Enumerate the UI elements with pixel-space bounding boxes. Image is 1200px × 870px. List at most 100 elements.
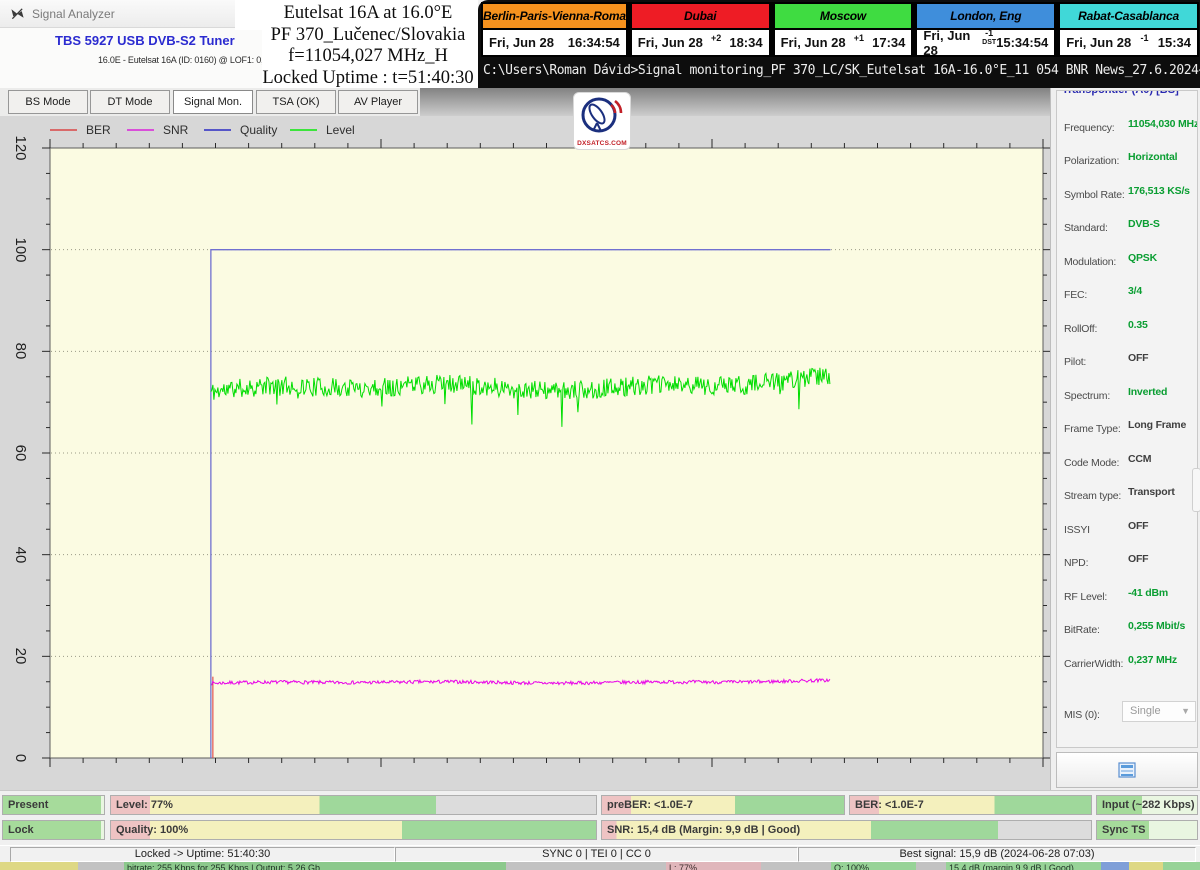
clock-offset: +1 bbox=[854, 34, 864, 42]
tp-label: FEC: bbox=[1064, 289, 1087, 301]
clock-time: 18:34 bbox=[729, 35, 762, 50]
tp-label: MIS (0): bbox=[1064, 709, 1100, 721]
window-title: Signal Analyzer bbox=[32, 7, 115, 21]
tp-value: 0,255 Mbit/s bbox=[1128, 620, 1185, 632]
tab-bs-mode[interactable]: BS Mode bbox=[8, 90, 88, 114]
strip-bitrate: bitrate: 255 Kbps for 255 Kbps | Output:… bbox=[124, 862, 506, 870]
annotation-line-satellite: Eutelsat 16A at 16.0°E bbox=[250, 3, 486, 25]
world-clocks: Berlin-Paris-Vienna-Roma Fri, Jun 28 16:… bbox=[481, 2, 1199, 57]
app-dish-icon bbox=[10, 6, 25, 21]
tp-value: 176,513 KS/s bbox=[1128, 185, 1190, 197]
tab-signal-mon[interactable]: Signal Mon. bbox=[173, 90, 253, 114]
tp-label: Polarization: bbox=[1064, 155, 1119, 167]
tab-av-player[interactable]: AV Player bbox=[338, 90, 418, 114]
annotation-line-frequency: f=11054,027 MHz_H bbox=[250, 46, 486, 68]
status-best-signal: Best signal: 15,9 dB (2024-06-28 07:03) bbox=[798, 847, 1196, 862]
tp-label: Modulation: bbox=[1064, 256, 1116, 268]
y-axis-tick-label: 20 bbox=[3, 639, 37, 673]
tp-row-symbolrate: Symbol Rate:176,513 KS/s bbox=[1064, 185, 1192, 199]
lock-indicator: Lock bbox=[2, 820, 105, 840]
strip-quality: Q: 100% bbox=[831, 862, 916, 870]
dxsatcs-logo: DXSATCS.COM bbox=[573, 92, 631, 150]
terminal-prompt[interactable]: C:\Users\Roman Dávid>Signal monitoring_P… bbox=[483, 63, 1197, 78]
level-bar: Level: 77% bbox=[110, 795, 597, 815]
tp-label: NPD: bbox=[1064, 557, 1088, 569]
strip-segment bbox=[761, 862, 831, 870]
tp-value: 3/4 bbox=[1128, 285, 1142, 297]
tp-row-rflevel: RF Level: -41 dBm bbox=[1064, 587, 1192, 601]
preber-bar: preBER: <1.0E-7 bbox=[601, 795, 845, 815]
strip-segment bbox=[1101, 862, 1129, 870]
tp-value: CCM bbox=[1128, 453, 1151, 465]
tp-row-polarization: Polarization:Horizontal bbox=[1064, 151, 1192, 165]
signal-analyzer-screen: Signal Analyzer TBS 5927 USB DVB-S2 Tune… bbox=[0, 0, 1200, 870]
tp-row-frametype: Frame Type: Long Frame bbox=[1064, 419, 1192, 433]
panel-scrollbar-thumb[interactable] bbox=[1192, 468, 1200, 512]
mis-dropdown[interactable]: Single ▼ bbox=[1122, 701, 1196, 722]
monitor-bars: Present Level: 77% preBER: <1.0E-7 BER: … bbox=[0, 790, 1200, 846]
clock-offset: -1 DST bbox=[982, 29, 996, 47]
tab-tsa[interactable]: TSA (OK) bbox=[256, 90, 336, 114]
tp-label: ISSYI bbox=[1064, 524, 1090, 536]
clock-offset-dst: DST bbox=[982, 39, 996, 46]
clock-london: London, Eng Fri, Jun 28 -1 DST 15:34:54 bbox=[915, 2, 1058, 57]
tp-label: Spectrum: bbox=[1064, 390, 1110, 402]
tp-label: CarrierWidth: bbox=[1064, 658, 1123, 670]
annotation-text: Eutelsat 16A at 16.0°E PF 370_Lučenec/Sl… bbox=[250, 3, 486, 87]
strip-snr: 15,4 dB (margin 9,9 dB | Good) bbox=[946, 862, 1101, 870]
tp-value: QPSK bbox=[1128, 252, 1157, 264]
clock-time-row: Fri, Jun 28 +1 17:34 bbox=[773, 28, 914, 57]
tp-value: OFF bbox=[1128, 520, 1148, 532]
y-axis-tick-label: 0 bbox=[3, 741, 37, 775]
tab-dt-mode[interactable]: DT Mode bbox=[90, 90, 170, 114]
tp-label: RF Level: bbox=[1064, 591, 1107, 603]
clock-offset: +2 bbox=[711, 34, 721, 42]
y-axis-tick-label: 60 bbox=[3, 436, 37, 470]
clock-date: Fri, Jun 28 bbox=[638, 35, 703, 50]
snr-bar: SNR: 15,4 dB (Margin: 9,9 dB | Good) bbox=[601, 820, 1092, 840]
clock-city-label: Dubai bbox=[630, 2, 771, 28]
clock-city-label: Moscow bbox=[773, 2, 914, 28]
strip-segment bbox=[0, 862, 78, 870]
tp-row-npd: NPD: OFF bbox=[1064, 553, 1192, 567]
y-axis-tick-label: 80 bbox=[3, 334, 37, 368]
y-axis-tick-label: 100 bbox=[3, 233, 37, 267]
export-button[interactable] bbox=[1056, 752, 1198, 788]
tp-value: 0,237 MHz bbox=[1128, 654, 1177, 666]
tp-value: Long Frame bbox=[1128, 419, 1186, 431]
clock-date: Fri, Jun 28 bbox=[923, 28, 982, 58]
clock-berlin: Berlin-Paris-Vienna-Roma Fri, Jun 28 16:… bbox=[481, 2, 630, 57]
clock-time-row: Fri, Jun 28 -1 DST 15:34:54 bbox=[915, 28, 1056, 57]
clock-time: 15:34 bbox=[1158, 35, 1191, 50]
clock-time: 16:34:54 bbox=[568, 35, 620, 50]
background-window-strip: bitrate: 255 Kbps for 255 Kbps | Output:… bbox=[0, 862, 1200, 870]
strip-segment bbox=[78, 862, 124, 870]
clock-time: 15:34:54 bbox=[996, 35, 1048, 50]
clock-moscow: Moscow Fri, Jun 28 +1 17:34 bbox=[773, 2, 916, 57]
tp-label: Stream type: bbox=[1064, 490, 1121, 502]
annotation-line-uptime: Locked Uptime : t=51:40:30 bbox=[250, 68, 486, 90]
quality-bar: Quality: 100% bbox=[110, 820, 597, 840]
clock-time-row: Fri, Jun 28 +2 18:34 bbox=[630, 28, 771, 57]
mis-selected-value: Single bbox=[1130, 705, 1161, 717]
clock-city-label: Rabat-Casablanca bbox=[1058, 2, 1199, 28]
clock-city-label: Berlin-Paris-Vienna-Roma bbox=[481, 2, 628, 28]
present-indicator: Present bbox=[2, 795, 105, 815]
tp-label: Code Mode: bbox=[1064, 457, 1119, 469]
clock-dubai: Dubai Fri, Jun 28 +2 18:34 bbox=[630, 2, 773, 57]
transponder-panel: Transponder (A0) [BS] Frequency:11054,03… bbox=[1050, 88, 1200, 790]
tp-value: 11054,030 MHz bbox=[1128, 118, 1198, 130]
tp-label: Symbol Rate: bbox=[1064, 189, 1125, 201]
tp-row-mis: MIS (0): Single ▼ bbox=[1064, 705, 1192, 719]
signal-chart-area: BER SNR Quality Level 020406080100120 bbox=[0, 116, 1050, 790]
tp-row-fec: FEC: 3/4 bbox=[1064, 285, 1192, 299]
clock-time: 17:34 bbox=[872, 35, 905, 50]
stacked-list-icon bbox=[1116, 761, 1138, 779]
tp-value: OFF bbox=[1128, 553, 1148, 565]
input-indicator: Input (~282 Kbps) bbox=[1096, 795, 1198, 815]
tp-label: Frame Type: bbox=[1064, 423, 1121, 435]
tp-row-codemode: Code Mode: CCM bbox=[1064, 453, 1192, 467]
tp-value: -41 dBm bbox=[1128, 587, 1168, 599]
dxsatcs-logo-text: DXSATCS.COM bbox=[574, 140, 630, 147]
ber-bar: BER: <1.0E-7 bbox=[849, 795, 1092, 815]
